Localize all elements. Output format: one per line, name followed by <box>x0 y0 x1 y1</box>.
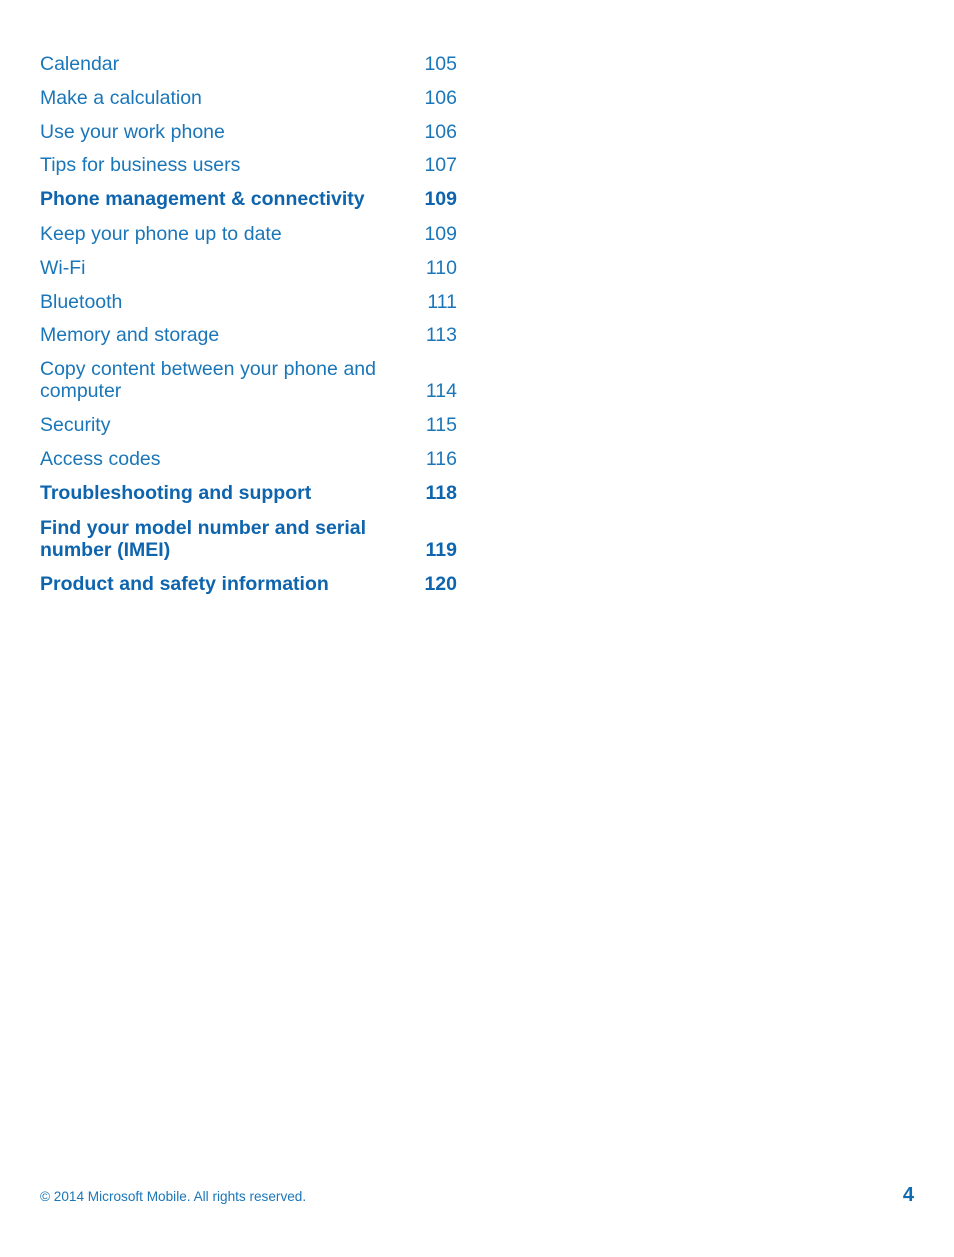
toc-entry-label: Keep your phone up to date <box>40 222 282 245</box>
toc-entry[interactable]: Find your model number and serial number… <box>40 517 457 562</box>
toc-entry[interactable]: Keep your phone up to date 109 <box>40 223 457 245</box>
toc-entry-label: Troubleshooting and support <box>40 481 312 504</box>
toc-entry-page-number: 109 <box>424 188 457 211</box>
toc-entry-label: Copy content between your phone and comp… <box>40 358 376 403</box>
toc-entry-page-number: 106 <box>424 86 457 109</box>
toc-entry[interactable]: Access codes 116 <box>40 448 457 470</box>
page-footer: © 2014 Microsoft Mobile. All rights rese… <box>40 1185 914 1207</box>
toc-entry-page-number: 119 <box>425 538 457 561</box>
toc-entry-label: Tips for business users <box>40 154 241 177</box>
page-number: 4 <box>902 1184 914 1206</box>
toc-entry-page-number: 118 <box>425 481 457 504</box>
toc-entry-page-number: 115 <box>425 414 457 437</box>
toc-entry[interactable]: Memory and storage 113 <box>40 324 457 346</box>
toc-entry[interactable]: Troubleshooting and support 118 <box>40 482 457 504</box>
toc-entry[interactable]: Phone management & connectivity 109 <box>40 188 457 210</box>
toc-entry[interactable]: Calendar 105 <box>40 53 457 75</box>
toc-entry-page-number: 107 <box>424 154 457 177</box>
toc-entry-page-number: 105 <box>424 53 457 75</box>
toc-entry-label: Wi-Fi <box>40 256 86 279</box>
toc-entry-page-number: 110 <box>425 256 457 279</box>
toc-entry-label: Security <box>40 414 111 437</box>
toc-entry[interactable]: Make a calculation 106 <box>40 87 457 109</box>
toc-entry[interactable]: Product and safety information 120 <box>40 573 457 595</box>
toc-entry-page-number: 114 <box>425 380 457 403</box>
toc-entry-label: Access codes <box>40 448 161 471</box>
toc-entry[interactable]: Copy content between your phone and comp… <box>40 358 457 403</box>
toc-entry-page-number: 106 <box>424 120 457 143</box>
toc-entry[interactable]: Bluetooth 111 <box>40 291 457 313</box>
toc-entry-label: Make a calculation <box>40 86 202 109</box>
toc-entry-page-number: 109 <box>424 222 457 245</box>
toc-entry[interactable]: Tips for business users 107 <box>40 154 457 176</box>
toc-entry-label: Bluetooth <box>40 290 123 313</box>
toc-entry-label: Calendar <box>40 53 120 75</box>
toc-entry-label: Phone management & connectivity <box>40 188 365 211</box>
toc-entry-page-number: 120 <box>424 572 457 595</box>
toc-entry-label: Product and safety information <box>40 572 329 595</box>
document-page: Calendar 105 Make a calculation 106 Use your… <box>0 0 954 1257</box>
table-of-contents: Calendar 105 Make a calculation 106 Use your… <box>40 53 457 608</box>
toc-entry-label: Find your model number and serial number… <box>40 516 367 561</box>
toc-entry[interactable]: Wi-Fi 110 <box>40 257 457 279</box>
toc-entry-page-number: 113 <box>425 324 457 347</box>
copyright-notice: © 2014 Microsoft Mobile. All rights rese… <box>40 1189 307 1204</box>
toc-entry-label: Use your work phone <box>40 120 225 143</box>
toc-entry[interactable]: Use your work phone 106 <box>40 121 457 143</box>
toc-entry[interactable]: Security 115 <box>40 414 457 436</box>
toc-entry-page-number: 111 <box>427 290 457 313</box>
toc-entry-label: Memory and storage <box>40 324 220 347</box>
toc-entry-page-number: 116 <box>425 448 457 471</box>
